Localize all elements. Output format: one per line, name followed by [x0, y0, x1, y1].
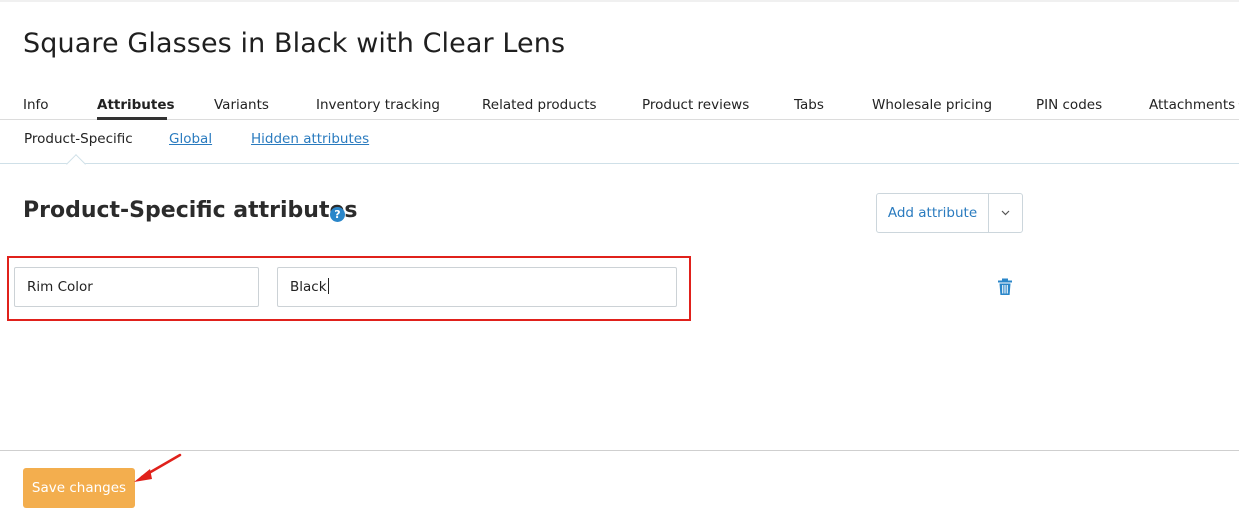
- tab-related-products[interactable]: Related products: [482, 97, 597, 113]
- add-attribute-button[interactable]: Add attribute: [877, 194, 989, 232]
- save-changes-button[interactable]: Save changes: [23, 468, 135, 508]
- chevron-down-icon: [1001, 210, 1010, 216]
- attribute-name-value: Rim Color: [27, 279, 93, 295]
- top-border: [0, 0, 1239, 2]
- subtab-global[interactable]: Global: [169, 131, 212, 147]
- subtab-product-specific[interactable]: Product-Specific: [24, 131, 133, 147]
- tab-bar: Info Attributes Variants Inventory track…: [0, 88, 1239, 120]
- annotation-arrow-icon: [134, 453, 182, 482]
- section-title: Product-Specific attributes: [23, 198, 358, 223]
- subtab-hidden-attributes[interactable]: Hidden attributes: [251, 131, 369, 147]
- attribute-value-text: Black: [290, 279, 327, 295]
- subtab-bar: Product-Specific Global Hidden attribute…: [0, 120, 1239, 174]
- trash-icon[interactable]: [997, 278, 1013, 296]
- text-cursor: [327, 278, 329, 294]
- tab-attributes[interactable]: Attributes: [97, 97, 175, 113]
- attribute-value-input[interactable]: Black: [277, 267, 677, 307]
- tab-tabs[interactable]: Tabs: [794, 97, 824, 113]
- tab-variants[interactable]: Variants: [214, 97, 269, 113]
- add-attribute-split-button: Add attribute: [876, 193, 1023, 233]
- tab-inventory-tracking[interactable]: Inventory tracking: [316, 97, 440, 113]
- add-attribute-dropdown-toggle[interactable]: [989, 194, 1022, 232]
- tab-attachments[interactable]: Attachments⌵: [1149, 97, 1239, 113]
- tab-pin-codes[interactable]: PIN codes: [1036, 97, 1102, 113]
- tab-product-reviews[interactable]: Product reviews: [642, 97, 749, 113]
- page-title: Square Glasses in Black with Clear Lens: [23, 28, 566, 59]
- attribute-name-input[interactable]: Rim Color: [14, 267, 259, 307]
- tab-attachments-label: Attachments: [1149, 97, 1236, 113]
- tab-info[interactable]: Info: [23, 97, 49, 113]
- help-icon[interactable]: ?: [330, 207, 345, 222]
- active-subtab-notch: [66, 154, 86, 174]
- tab-wholesale-pricing[interactable]: Wholesale pricing: [872, 97, 992, 113]
